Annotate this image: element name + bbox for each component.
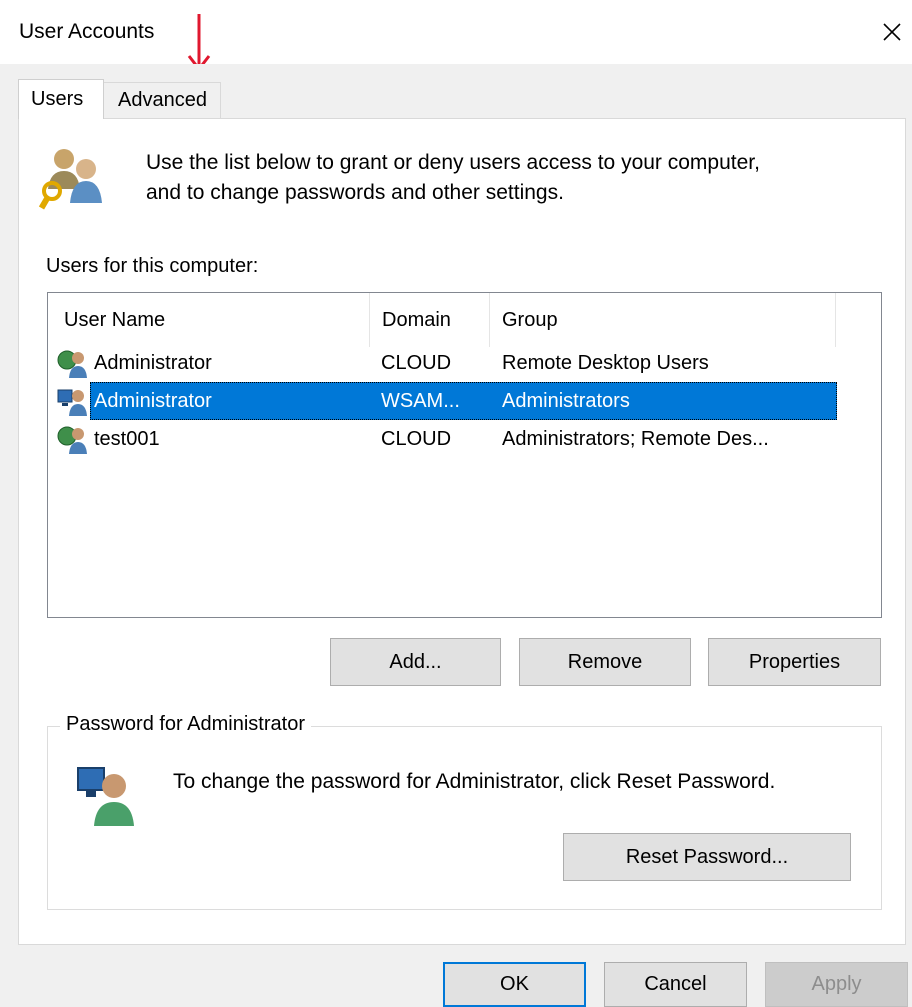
properties-button[interactable]: Properties: [708, 638, 881, 686]
domain-cell: CLOUD: [381, 427, 452, 450]
domain-cell: WSAM...: [381, 389, 460, 412]
table-row[interactable]: Administrator WSAM... Administrators: [48, 382, 838, 420]
ok-button[interactable]: OK: [443, 962, 586, 1007]
title-bar: User Accounts: [0, 0, 912, 72]
user-name-cell: Administrator: [94, 389, 212, 412]
users-list-label: Users for this computer:: [46, 255, 258, 278]
local-user-icon: [57, 382, 91, 420]
user-name-cell: Administrator: [94, 351, 212, 374]
domain-user-icon: [57, 344, 91, 382]
group-cell: Administrators; Remote Des...: [502, 427, 769, 450]
intro-text-line2: and to change passwords and other settin…: [146, 181, 564, 204]
remove-button[interactable]: Remove: [519, 638, 691, 686]
close-button[interactable]: [874, 14, 910, 50]
password-groupbox-title: Password for Administrator: [60, 713, 311, 736]
table-row[interactable]: test001 CLOUD Administrators; Remote Des…: [48, 420, 838, 458]
window-title: User Accounts: [19, 20, 155, 43]
tab-advanced[interactable]: Advanced: [103, 82, 221, 118]
group-cell: Administrators: [502, 389, 630, 412]
intro-text-line1: Use the list below to grant or deny user…: [146, 151, 760, 174]
reset-password-button[interactable]: Reset Password...: [563, 833, 851, 881]
users-list-label-text: Users for this computer:: [46, 255, 259, 277]
user-name-cell: test001: [94, 427, 160, 450]
apply-button[interactable]: Apply: [765, 962, 908, 1007]
tab-users-label: Users: [31, 88, 84, 110]
password-instruction-text: To change the password for Administrator…: [173, 770, 776, 793]
column-header-domain[interactable]: Domain: [370, 293, 490, 347]
add-button[interactable]: Add...: [330, 638, 501, 686]
domain-user-icon: [57, 420, 91, 458]
table-row[interactable]: Administrator CLOUD Remote Desktop Users: [48, 344, 838, 382]
column-header-group[interactable]: Group: [490, 293, 836, 347]
tab-users[interactable]: Users: [18, 79, 104, 119]
users-key-icon: [38, 149, 102, 210]
group-cell: Remote Desktop Users: [502, 351, 709, 374]
tab-advanced-label: Advanced: [118, 89, 207, 111]
domain-cell: CLOUD: [381, 351, 452, 374]
password-groupbox: [47, 726, 882, 910]
cancel-button[interactable]: Cancel: [604, 962, 747, 1007]
local-user-icon: [77, 767, 134, 826]
intro-text: Use the list below to grant or deny user…: [146, 148, 886, 208]
close-icon: [883, 23, 901, 41]
column-header-user-name[interactable]: User Name: [48, 293, 370, 347]
users-listview[interactable]: User Name Domain Group Administrator CLO…: [47, 292, 882, 618]
